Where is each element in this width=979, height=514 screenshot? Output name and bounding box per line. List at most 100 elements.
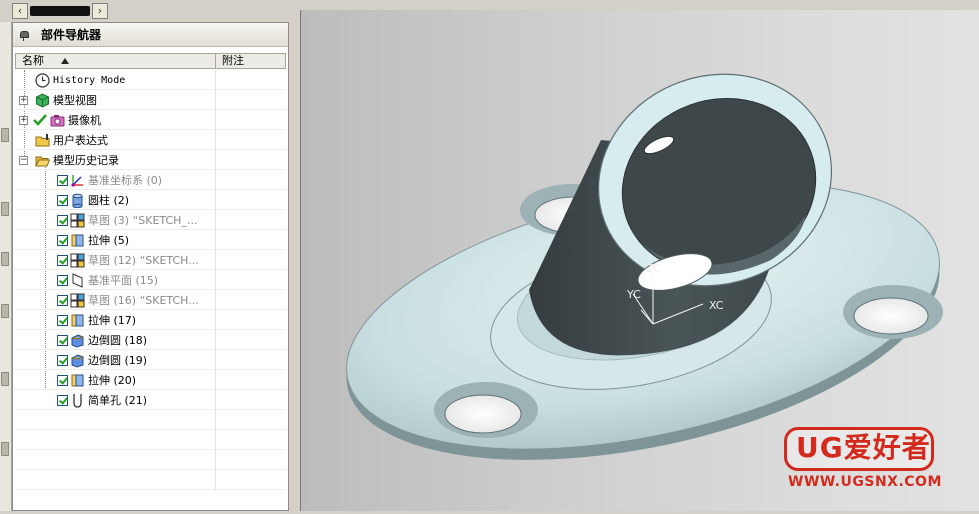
- tree-row[interactable]: + 摄像机: [15, 110, 286, 130]
- navigator-tree: History Mode + 模型视图 + 摄像机 用户表达式 − 模型历史记录…: [15, 70, 286, 490]
- tree-row[interactable]: 简单孔 (21): [15, 390, 286, 410]
- tree-item-label: 草图 (12) “SKETCH...: [88, 254, 199, 267]
- resource-tab[interactable]: [1, 252, 9, 266]
- visibility-checkbox[interactable]: [57, 214, 68, 226]
- visibility-checkbox[interactable]: [57, 334, 68, 346]
- axis-label-y: YC: [626, 288, 641, 301]
- scroll-right-button[interactable]: ›: [92, 3, 108, 19]
- bolt-hole: [434, 382, 538, 438]
- cylinder-icon: [70, 193, 85, 208]
- tree-item-label: 模型历史记录: [53, 154, 119, 167]
- sketch-icon: [70, 293, 85, 308]
- sort-ascending-icon: [61, 58, 69, 64]
- tree-item-label: 拉伸 (5): [88, 234, 130, 247]
- navigator-title-bar: 部件导航器: [13, 23, 288, 47]
- tree-row[interactable]: 拉伸 (5): [15, 230, 286, 250]
- visibility-checkbox[interactable]: [57, 174, 68, 186]
- column-header: 名称 附注: [15, 53, 286, 69]
- collapse-toggle[interactable]: −: [19, 155, 28, 165]
- tree-row[interactable]: − 模型历史记录: [15, 150, 286, 170]
- bolt-hole: [843, 285, 943, 339]
- visibility-checkbox[interactable]: [57, 314, 68, 326]
- visibility-checkbox[interactable]: [57, 294, 68, 306]
- visibility-checkbox[interactable]: [57, 394, 68, 406]
- resource-tab[interactable]: [1, 304, 9, 318]
- camera-icon: [50, 113, 65, 128]
- watermark-url: WWW.UGSNX.COM: [788, 474, 942, 490]
- folder-open-icon: [35, 153, 51, 168]
- name-column-header[interactable]: 名称: [16, 54, 216, 68]
- tree-row[interactable]: 草图 (16) “SKETCH...: [15, 290, 286, 310]
- tree-row[interactable]: 用户表达式: [15, 130, 286, 150]
- resource-tab[interactable]: [1, 372, 9, 386]
- watermark-logo: UG爱好者 WWW.UGSNX.COM: [784, 427, 966, 499]
- check-mark-icon: [33, 113, 47, 128]
- tree-row[interactable]: 拉伸 (20): [15, 370, 286, 390]
- edge-blend-icon: [70, 333, 85, 348]
- tree-item-label: 草图 (16) “SKETCH...: [88, 294, 199, 307]
- extrude-icon: [70, 373, 85, 388]
- expand-toggle[interactable]: +: [19, 115, 28, 125]
- tree-item-label: History Mode: [53, 74, 126, 86]
- clock-icon: [35, 72, 50, 88]
- datum-csys-icon: [70, 173, 85, 188]
- tree-row[interactable]: + 模型视图: [15, 90, 286, 110]
- tree-item-label: 拉伸 (17): [88, 314, 137, 327]
- scroll-left-button[interactable]: ‹: [12, 3, 28, 19]
- tree-item-label: 基准坐标系 (0): [88, 174, 163, 187]
- tree-row[interactable]: 拉伸 (17): [15, 310, 286, 330]
- tree-row[interactable]: History Mode: [15, 70, 286, 90]
- tree-item-label: 圆柱 (2): [88, 194, 130, 207]
- visibility-checkbox[interactable]: [57, 354, 68, 366]
- extrude-icon: [70, 313, 85, 328]
- tree-row[interactable]: 草图 (12) “SKETCH...: [15, 250, 286, 270]
- tree-item-label: 边倒圆 (19): [88, 354, 148, 367]
- tree-item-label: 边倒圆 (18): [88, 334, 148, 347]
- visibility-checkbox[interactable]: [57, 234, 68, 246]
- name-column-label: 名称: [22, 54, 44, 67]
- empty-row: [15, 430, 286, 450]
- expand-toggle[interactable]: +: [19, 95, 28, 105]
- watermark-title: UG爱好者: [796, 431, 931, 464]
- empty-row: [15, 470, 286, 490]
- sketch-icon: [70, 253, 85, 268]
- scroll-thumb[interactable]: [30, 6, 90, 16]
- empty-row: [15, 410, 286, 430]
- tree-item-label: 基准平面 (15): [88, 274, 159, 287]
- visibility-checkbox[interactable]: [57, 194, 68, 206]
- note-column-label: 附注: [222, 54, 244, 67]
- cube-view-icon: [35, 92, 50, 108]
- tree-row[interactable]: 边倒圆 (19): [15, 350, 286, 370]
- axis-label-z: ZC: [645, 262, 661, 275]
- note-column-header[interactable]: 附注: [216, 54, 285, 68]
- tree-item-label: 简单孔 (21): [88, 394, 148, 407]
- edge-blend-icon: [70, 353, 85, 368]
- navigator-title: 部件导航器: [41, 28, 102, 42]
- visibility-checkbox[interactable]: [57, 254, 68, 266]
- tree-item-label: 用户表达式: [53, 134, 108, 147]
- extrude-icon: [70, 233, 85, 248]
- tree-item-label: 拉伸 (20): [88, 374, 137, 387]
- resource-tab[interactable]: [1, 442, 9, 456]
- resource-tab[interactable]: [1, 202, 9, 216]
- empty-row: [15, 450, 286, 470]
- folder-icon: [35, 133, 50, 148]
- tree-row[interactable]: 圆柱 (2): [15, 190, 286, 210]
- resource-tab[interactable]: [1, 128, 9, 142]
- visibility-checkbox[interactable]: [57, 374, 68, 386]
- sketch-icon: [70, 213, 85, 228]
- splitter[interactable]: [289, 22, 300, 511]
- visibility-checkbox[interactable]: [57, 274, 68, 286]
- tree-item-label: 模型视图: [53, 94, 97, 107]
- axis-label-x: XC: [709, 299, 724, 312]
- tree-item-label: 草图 (3) “SKETCH_...: [88, 214, 198, 227]
- tree-row[interactable]: 边倒圆 (18): [15, 330, 286, 350]
- tree-row[interactable]: 基准坐标系 (0): [15, 170, 286, 190]
- tree-row[interactable]: 草图 (3) “SKETCH_...: [15, 210, 286, 230]
- resource-bar: [0, 22, 12, 511]
- hole-icon: [70, 393, 85, 408]
- tree-item-label: 摄像机: [68, 114, 101, 127]
- datum-plane-icon: [70, 272, 85, 288]
- tree-row[interactable]: 基准平面 (15): [15, 270, 286, 290]
- pin-icon[interactable]: [19, 30, 29, 41]
